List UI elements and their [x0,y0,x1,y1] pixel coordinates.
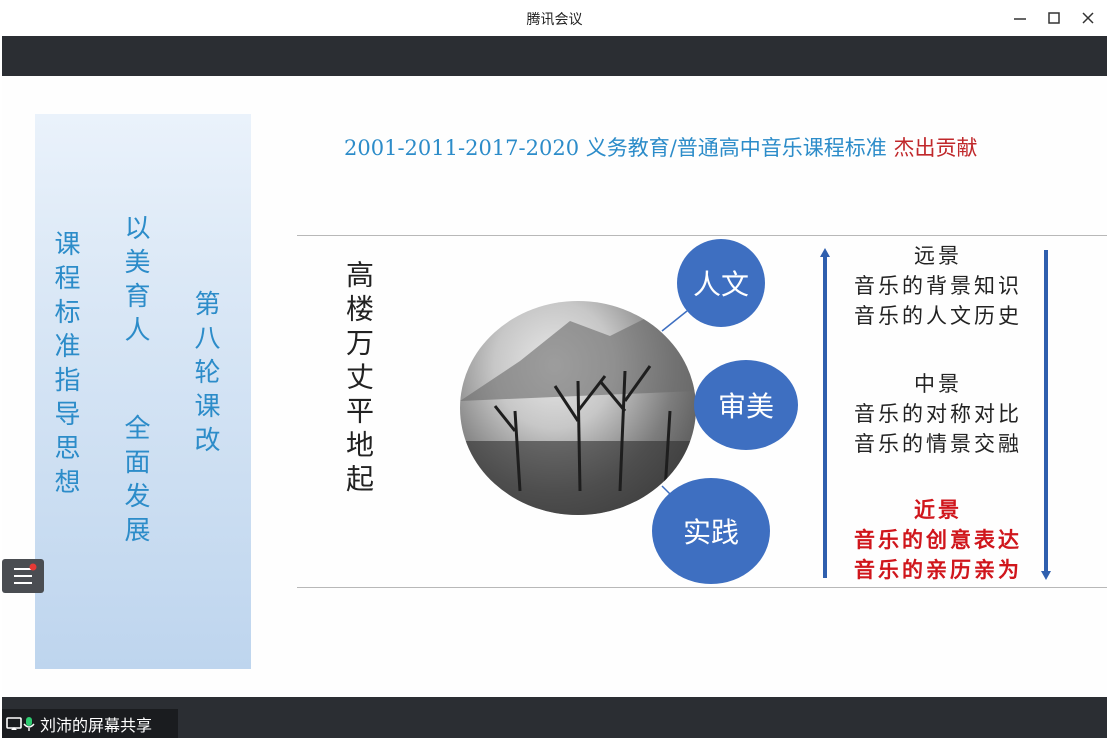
down-arrow-icon [1041,250,1051,580]
list-icon [14,563,37,584]
circle-shijian: 实践 [652,478,770,584]
left-column-2: 以美育人 [120,214,150,350]
close-icon [1082,12,1094,24]
headline-red: 杰出贡献 [893,136,978,160]
connector-lines [661,310,688,502]
screen-share-icon [6,716,22,730]
mid-view-line-2: 音乐的情景交融 [854,432,1022,456]
mid-view-title: 中景 [914,372,962,396]
maximize-button[interactable] [1042,6,1066,30]
screen-share-tag[interactable]: 刘沛的屏幕共享 [2,709,178,738]
maximize-icon [1048,12,1060,24]
near-view-title: 近景 [914,498,962,522]
title-bar: 腾讯会议 [0,0,1109,36]
far-view-line-2: 音乐的人文历史 [854,304,1022,328]
meeting-top-bar [2,36,1107,76]
bottom-divider [297,587,1107,588]
circle-shenmei: 审美 [694,360,798,450]
shared-slide: 课程标准指导思想 以美育人 全面发展 第八轮课改 2001-2011-2017-… [2,76,1107,697]
slide-headline: 2001-2011-2017-2020 义务教育/普通高中音乐课程标准 杰出贡献 [344,132,978,162]
mid-view-line-1: 音乐的对称对比 [854,402,1022,426]
left-panel: 课程标准指导思想 以美育人 全面发展 第八轮课改 [35,114,251,669]
near-view-block: 近景 音乐的创意表达 音乐的亲历亲为 [838,495,1038,585]
far-view-title: 远景 [914,244,962,268]
left-column-4: 第八轮课改 [190,290,220,460]
near-view-line-2: 音乐的亲历亲为 [854,558,1022,582]
microphone-icon [23,716,35,731]
near-view-line-1: 音乐的创意表达 [854,528,1022,552]
circle-renwen: 人文 [677,239,765,327]
up-arrow-icon [820,248,830,578]
far-view-block: 远景 音乐的背景知识 音乐的人文历史 [838,241,1038,331]
left-column-1: 课程标准指导思想 [50,230,80,502]
top-divider [297,235,1107,236]
share-label: 刘沛的屏幕共享 [40,715,153,735]
poem-text: 高楼万丈平地起 [342,260,375,498]
minimize-button[interactable] [1008,6,1032,30]
headline-main: 2001-2011-2017-2020 义务教育/普通高中音乐课程标准 [344,136,887,160]
far-view-line-1: 音乐的背景知识 [854,274,1022,298]
mid-view-block: 中景 音乐的对称对比 音乐的情景交融 [838,369,1038,459]
minimize-icon [1014,18,1026,20]
window-title: 腾讯会议 [526,12,583,28]
left-column-3: 全面发展 [120,414,150,550]
member-list-button[interactable] [2,559,44,593]
close-button[interactable] [1076,6,1100,30]
